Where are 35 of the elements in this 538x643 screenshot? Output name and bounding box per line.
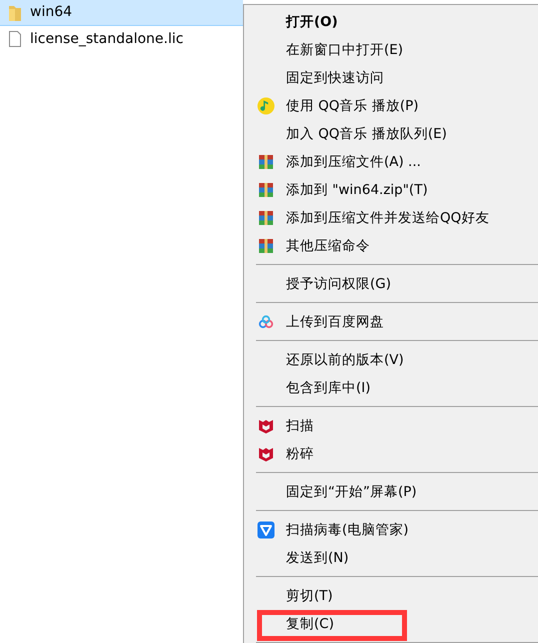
music-note-icon — [257, 97, 275, 115]
shield-icon — [257, 521, 275, 539]
menu-item[interactable]: 还原以前的版本(V) — [246, 346, 538, 374]
menu-item[interactable]: 上传到百度网盘 — [246, 308, 538, 336]
document-icon — [8, 30, 22, 48]
menu-item[interactable]: 包含到库中(I) — [246, 374, 538, 402]
menu-item[interactable]: 打开(O) — [246, 8, 538, 36]
archive-icon — [258, 210, 274, 226]
menu-item[interactable]: 添加到压缩文件(A) ... — [246, 148, 538, 176]
archive-icon — [258, 182, 274, 198]
menu-item[interactable]: 扫描 — [246, 412, 538, 440]
archive-icon — [258, 154, 274, 170]
file-name: license_standalone.lic — [30, 30, 184, 48]
menu-item[interactable]: 粉碎 — [246, 440, 538, 468]
cloud-icon — [258, 314, 274, 330]
menu-item[interactable]: 添加到 "win64.zip"(T) — [246, 176, 538, 204]
menu-item[interactable]: 在新窗口中打开(E) — [246, 36, 538, 64]
menu-item[interactable]: 使用 QQ音乐 播放(P) — [246, 92, 538, 120]
shield-icon — [258, 418, 274, 434]
shield-icon — [258, 446, 274, 462]
menu-item[interactable]: 剪切(T) — [246, 582, 538, 610]
menu-item[interactable]: 固定到“开始”屏幕(P) — [246, 478, 538, 506]
menu-item[interactable]: 扫描病毒(电脑管家) — [246, 516, 538, 544]
menu-item[interactable]: 其他压缩命令 — [246, 232, 538, 260]
folder-icon — [8, 4, 22, 22]
menu-item[interactable]: 添加到压缩文件并发送给QQ好友 — [246, 204, 538, 232]
menu-item[interactable]: 固定到快速访问 — [246, 64, 538, 92]
menu-item[interactable]: 复制(C) — [246, 610, 538, 638]
file-row[interactable]: win64 — [0, 0, 243, 26]
menu-item[interactable]: 授予访问权限(G) — [246, 270, 538, 298]
menu-item[interactable]: 发送到(N) — [246, 544, 538, 572]
menu-item[interactable]: 加入 QQ音乐 播放队列(E) — [246, 120, 538, 148]
file-name: win64 — [30, 3, 72, 22]
archive-icon — [258, 238, 274, 254]
file-row[interactable]: license_standalone.lic — [0, 26, 243, 52]
